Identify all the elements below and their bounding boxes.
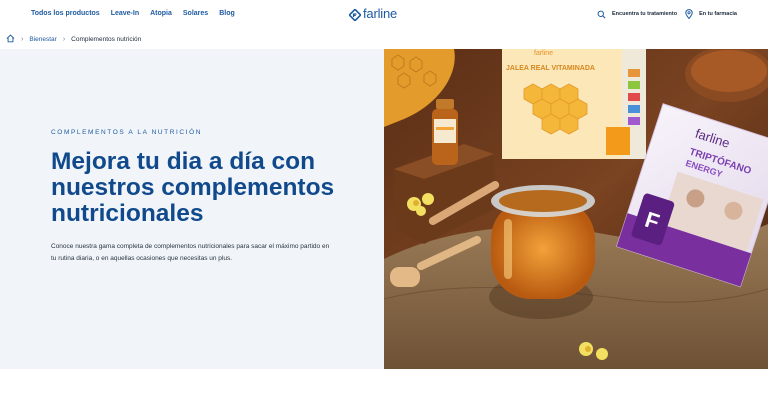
chevron-right-icon: ›: [21, 35, 24, 43]
breadcrumb-bienestar[interactable]: Bienestar: [29, 36, 56, 43]
location-pin-icon: [685, 9, 693, 19]
hero-text-panel: COMPLEMENTOS A LA NUTRICIÓN Mejora tu di…: [0, 49, 384, 369]
nav-atopia[interactable]: Atopia: [150, 10, 172, 17]
home-icon[interactable]: [6, 34, 15, 45]
main-nav: Todos los productos Leave-In Atopia Sola…: [31, 10, 235, 17]
svg-text:farline: farline: [534, 50, 553, 57]
hero-section: COMPLEMENTOS A LA NUTRICIÓN Mejora tu di…: [0, 49, 768, 369]
search-icon: [597, 10, 606, 19]
nav-leave-in[interactable]: Leave-In: [111, 10, 139, 17]
hero-description: Conoce nuestra gama completa de compleme…: [51, 243, 330, 262]
header-actions: Encuentra tu tratamiento En tu farmacia: [597, 9, 737, 19]
breadcrumb: › Bienestar › Complementos nutrición: [6, 33, 141, 45]
breadcrumb-current: Complementos nutrición: [71, 35, 142, 43]
hero-eyebrow: COMPLEMENTOS A LA NUTRICIÓN: [51, 129, 203, 136]
pharmacy-label: En tu farmacia: [699, 11, 737, 17]
pharmacy-link[interactable]: En tu farmacia: [685, 9, 737, 19]
honey-jar: [489, 185, 595, 319]
svg-text:JALEA REAL VITAMINADA: JALEA REAL VITAMINADA: [506, 65, 595, 72]
nav-todos-los-productos[interactable]: Todos los productos: [31, 10, 100, 17]
farline-logo[interactable]: farline: [348, 6, 398, 22]
find-treatment-label: Encuentra tu tratamiento: [612, 11, 678, 17]
hero-title: Mejora tu dia a día con nuestros complem…: [51, 148, 335, 227]
find-treatment-link[interactable]: Encuentra tu tratamiento: [597, 10, 677, 19]
nav-blog[interactable]: Blog: [219, 10, 235, 17]
chevron-right-icon: ›: [62, 35, 66, 43]
nav-solares[interactable]: Solares: [183, 10, 208, 17]
hero-product-image: farline JALEA REAL VITAMINADA farline TR…: [384, 49, 768, 369]
site-header: Todos los productos Leave-In Atopia Sola…: [0, 0, 768, 30]
logo-mark-icon: [348, 7, 362, 22]
logo-text: farline: [363, 6, 398, 21]
jalea-real-box: farline JALEA REAL VITAMINADA: [502, 49, 646, 159]
